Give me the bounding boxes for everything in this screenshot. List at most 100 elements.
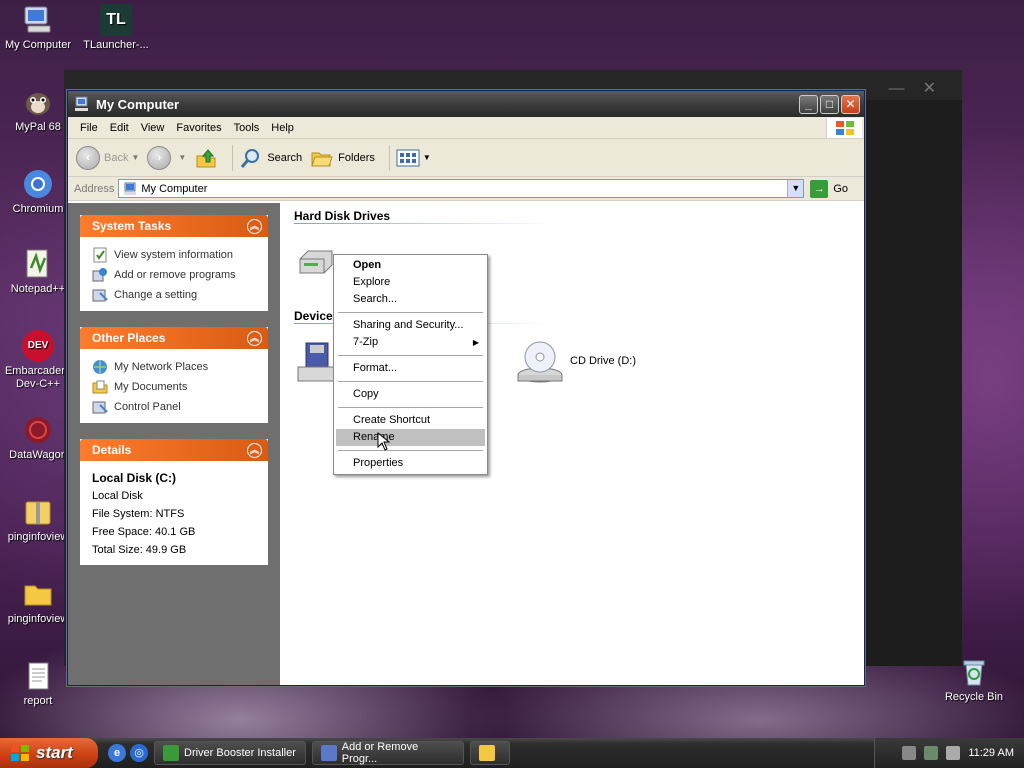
address-input[interactable]: My Computer ▼: [118, 179, 805, 198]
hard-disk-icon: [299, 250, 333, 274]
folders-button[interactable]: Folders: [310, 146, 375, 170]
drive-cd-d[interactable]: CD Drive (D:): [514, 337, 636, 385]
back-button[interactable]: ‹ Back ▼: [76, 145, 139, 170]
group-divider: [294, 223, 552, 224]
mypal-icon: [22, 86, 54, 118]
add-remove-programs-icon: [92, 268, 107, 282]
ctx-7zip[interactable]: 7-Zip ▶: [336, 334, 485, 351]
recycle-bin-icon: [958, 656, 990, 688]
floppy-drive-icon: [297, 342, 335, 382]
back-dropdown-icon[interactable]: ▼: [131, 153, 139, 162]
my-computer-small-icon: [124, 182, 137, 195]
search-button[interactable]: Search: [239, 146, 302, 170]
collapse-icon[interactable]: ︽: [247, 218, 262, 234]
forward-dropdown-icon[interactable]: ▼: [178, 153, 186, 162]
close-button[interactable]: ✕: [841, 95, 860, 114]
views-button[interactable]: ▼: [396, 148, 431, 168]
group-hard-disk-drives: Hard Disk Drives: [294, 203, 864, 223]
group-removable-storage: Device: [294, 303, 333, 323]
search-icon: [241, 148, 260, 168]
task-pane: System Tasks ︽ View system information A…: [68, 203, 280, 685]
task-change-setting[interactable]: Change a setting: [92, 285, 258, 305]
volume-icon[interactable]: [946, 746, 961, 760]
control-panel-icon: [92, 289, 108, 302]
ctx-copy[interactable]: Copy: [336, 386, 485, 403]
taskbar-item-add-remove[interactable]: Add or Remove Progr...: [312, 741, 464, 765]
datawagon-icon: [22, 414, 54, 446]
ctx-open[interactable]: Open: [336, 257, 485, 274]
details-file-system: File System: NTFS: [92, 508, 185, 520]
folder-icon: [22, 578, 54, 610]
place-my-documents[interactable]: My Documents: [92, 377, 258, 397]
maximize-button[interactable]: □: [820, 95, 839, 114]
ctx-separator: [338, 407, 483, 408]
windows-flag-icon: [11, 745, 29, 761]
add-remove-programs-icon: [321, 745, 337, 761]
menu-edit[interactable]: Edit: [104, 122, 135, 134]
desktop-icon-my-computer[interactable]: My Computer: [0, 4, 76, 52]
menu-favorites[interactable]: Favorites: [170, 122, 227, 134]
collapse-icon[interactable]: ︽: [247, 330, 262, 346]
background-window-controls[interactable]: —✕: [889, 78, 954, 98]
ctx-separator: [338, 312, 483, 313]
task-add-remove-programs[interactable]: Add or remove programs: [92, 265, 258, 285]
my-computer-small-icon: [75, 96, 88, 111]
drive-local-disk-c[interactable]: [296, 245, 336, 277]
devcpp-icon: DEV: [22, 330, 54, 362]
cd-drive-icon: [517, 341, 563, 383]
taskbar-item-my-computer[interactable]: [470, 741, 510, 765]
ctx-separator: [338, 381, 483, 382]
clock[interactable]: 11:29 AM: [968, 747, 1014, 759]
minimize-button[interactable]: _: [799, 95, 818, 114]
views-dropdown-icon[interactable]: ▼: [423, 153, 431, 162]
ctx-format[interactable]: Format...: [336, 360, 485, 377]
menu-help[interactable]: Help: [265, 122, 300, 134]
details-free-space: Free Space: 40.1 GB: [92, 526, 196, 538]
ctx-separator: [338, 450, 483, 451]
details-header[interactable]: Details ︽: [80, 439, 268, 461]
menu-view[interactable]: View: [135, 122, 171, 134]
chromium-quicklaunch-icon[interactable]: ◎: [130, 744, 148, 762]
go-button[interactable]: → Go: [810, 179, 848, 198]
folders-icon: [311, 152, 333, 166]
desktop-icon-tlauncher[interactable]: TL TLauncher-...: [78, 4, 154, 52]
taskbar-item-driver-booster[interactable]: Driver Booster Installer: [154, 741, 306, 765]
up-folder-button[interactable]: [194, 146, 218, 170]
drive-floppy[interactable]: [296, 341, 336, 385]
ctx-create-shortcut[interactable]: Create Shortcut: [336, 412, 485, 429]
network-places-icon: [93, 360, 107, 374]
submenu-arrow-icon: ▶: [472, 338, 479, 347]
address-dropdown-icon[interactable]: ▼: [787, 180, 804, 197]
address-label: Address: [74, 182, 115, 195]
network-icon[interactable]: [924, 746, 939, 760]
internet-explorer-icon[interactable]: e: [108, 744, 126, 762]
ctx-search[interactable]: Search...: [336, 291, 485, 308]
forward-button[interactable]: › ▼: [147, 145, 186, 170]
place-control-panel[interactable]: Control Panel: [92, 397, 258, 417]
ctx-sharing-security[interactable]: Sharing and Security...: [336, 317, 485, 334]
ctx-properties[interactable]: Properties: [336, 455, 485, 472]
text-file-icon: [22, 660, 54, 692]
menu-file[interactable]: File: [74, 122, 104, 134]
place-my-network-places[interactable]: My Network Places: [92, 357, 258, 377]
ctx-explore[interactable]: Explore: [336, 274, 485, 291]
up-folder-icon: [196, 148, 216, 167]
task-view-system-information[interactable]: View system information: [92, 245, 258, 265]
details-total-size: Total Size: 49.9 GB: [92, 544, 187, 556]
notepadpp-icon: [22, 248, 54, 280]
collapse-icon[interactable]: ︽: [247, 442, 262, 458]
menu-bar: File Edit View Favorites Tools Help: [68, 117, 864, 139]
taskbar: start e ◎ Driver Booster Installer Add o…: [0, 738, 1024, 768]
folder-icon: [479, 745, 495, 761]
other-places-header[interactable]: Other Places ︽: [80, 327, 268, 349]
desktop-icon-report[interactable]: report: [0, 660, 76, 708]
start-button[interactable]: start: [0, 738, 98, 768]
ctx-rename[interactable]: Rename: [336, 429, 485, 446]
context-menu: Open Explore Search... Sharing and Secur…: [333, 254, 488, 475]
keyboard-icon[interactable]: [902, 746, 917, 760]
system-tasks-header[interactable]: System Tasks ︽: [80, 215, 268, 237]
mouse-cursor-icon: [377, 432, 391, 451]
window-titlebar[interactable]: My Computer _ □ ✕: [68, 91, 864, 117]
toolbar-separator: [388, 144, 390, 171]
menu-tools[interactable]: Tools: [228, 122, 266, 134]
